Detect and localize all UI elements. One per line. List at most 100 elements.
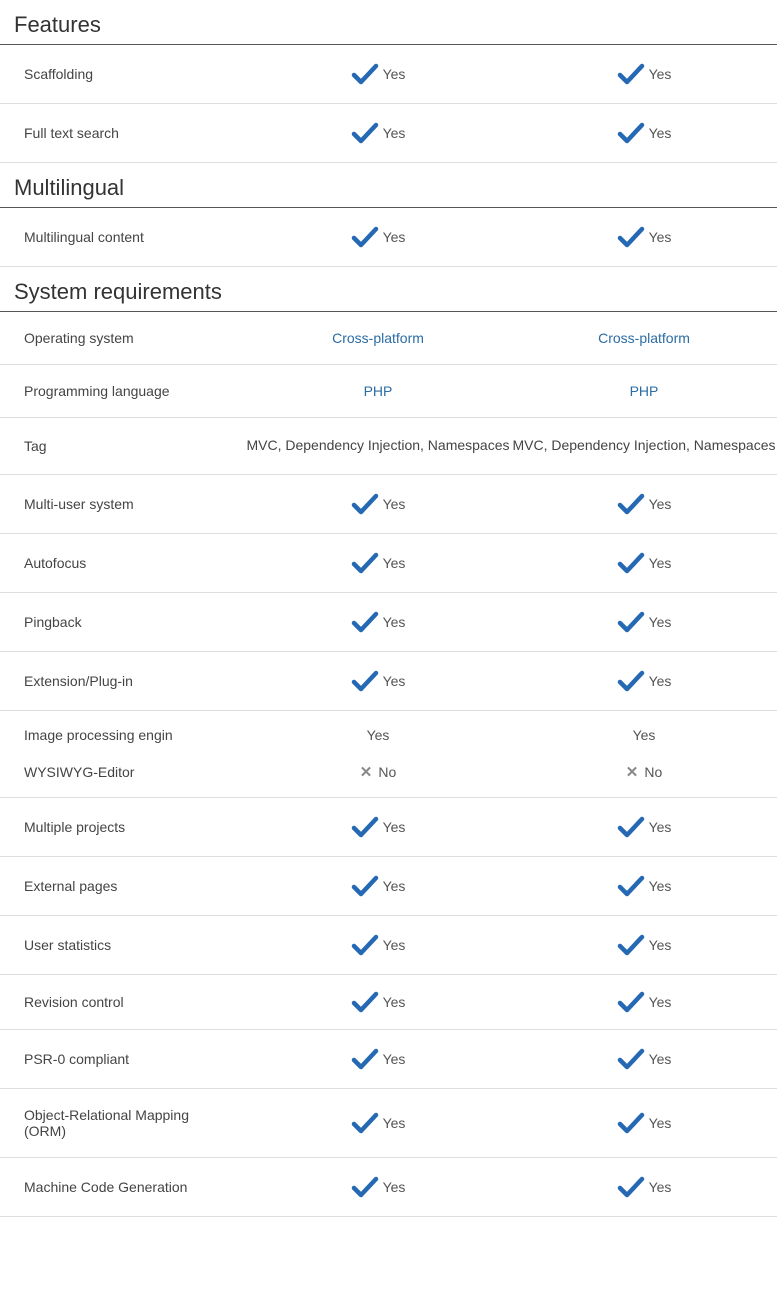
check-icon: [617, 670, 645, 692]
check-icon: [351, 991, 379, 1013]
cell-value: Yes: [511, 493, 777, 515]
tag-text: MVC, Dependency Injection, Namespaces: [246, 436, 509, 456]
cell-value: Yes: [245, 63, 511, 85]
check-icon: [617, 875, 645, 897]
check-icon: [617, 493, 645, 515]
row-label: External pages: [0, 878, 245, 894]
row-label: Programming language: [0, 383, 245, 399]
row-psr0-compliant: PSR-0 compliant Yes Yes: [0, 1030, 777, 1089]
link-text[interactable]: PHP: [630, 383, 659, 399]
check-icon: [351, 122, 379, 144]
link-text[interactable]: Cross-platform: [332, 330, 424, 346]
cell-value: Yes: [245, 611, 511, 633]
row-revision-control: Revision control Yes Yes: [0, 975, 777, 1030]
check-icon: [617, 934, 645, 956]
check-icon: [351, 875, 379, 897]
cell-value: Yes: [245, 122, 511, 144]
check-icon: [617, 63, 645, 85]
row-label: Pingback: [0, 614, 245, 630]
row-label: Revision control: [0, 994, 245, 1010]
value-text: Yes: [649, 555, 672, 571]
value-text: Yes: [383, 819, 406, 835]
check-icon: [351, 1112, 379, 1134]
value-text: Yes: [383, 66, 406, 82]
cell-value: Yes: [245, 226, 511, 248]
cell-value: Yes: [511, 727, 777, 743]
value-text: Yes: [649, 496, 672, 512]
check-icon: [351, 816, 379, 838]
value-text: Yes: [649, 1051, 672, 1067]
cell-value: Yes: [511, 934, 777, 956]
row-external-pages: External pages Yes Yes: [0, 857, 777, 916]
row-multi-user-system: Multi-user system Yes Yes: [0, 475, 777, 534]
value-text: Yes: [383, 673, 406, 689]
value-text: Yes: [383, 555, 406, 571]
cell-value: Yes: [511, 122, 777, 144]
check-icon: [617, 1176, 645, 1198]
cell-value: Yes: [245, 934, 511, 956]
value-text: Yes: [383, 496, 406, 512]
row-label: Multi-user system: [0, 496, 245, 512]
value-text: Yes: [649, 994, 672, 1010]
cell-value: PHP: [511, 383, 777, 399]
row-tag: Tag MVC, Dependency Injection, Namespace…: [0, 418, 777, 475]
check-icon: [351, 63, 379, 85]
cell-value: Yes: [511, 226, 777, 248]
value-text: Yes: [367, 727, 390, 743]
check-icon: [351, 226, 379, 248]
check-icon: [351, 1048, 379, 1070]
value-text: Yes: [383, 994, 406, 1010]
value-text: No: [378, 764, 396, 780]
cell-value: Yes: [245, 670, 511, 692]
check-icon: [617, 1048, 645, 1070]
value-text: Yes: [383, 229, 406, 245]
cell-value: ✕No: [511, 763, 777, 781]
cell-value: Yes: [511, 63, 777, 85]
x-icon: ✕: [360, 763, 373, 781]
row-user-statistics: User statistics Yes Yes: [0, 916, 777, 975]
value-text: Yes: [649, 229, 672, 245]
cell-value: Yes: [245, 991, 511, 1013]
check-icon: [351, 552, 379, 574]
cell-value: ✕ No: [245, 763, 511, 781]
row-label: Full text search: [0, 125, 245, 141]
check-icon: [617, 552, 645, 574]
cell-value: Yes: [245, 816, 511, 838]
row-extension-plugin: Extension/Plug-in Yes Yes: [0, 652, 777, 711]
value-text: No: [644, 764, 662, 780]
check-icon: [351, 493, 379, 515]
row-autofocus: Autofocus Yes Yes: [0, 534, 777, 593]
cell-value: Cross-platform: [245, 330, 511, 346]
row-pingback: Pingback Yes Yes: [0, 593, 777, 652]
cell-value: Yes: [511, 1112, 777, 1134]
cell-value: Cross-platform: [511, 330, 777, 346]
value-text: Yes: [383, 125, 406, 141]
row-programming-language: Programming language PHP PHP: [0, 365, 777, 418]
cell-value: Yes: [511, 816, 777, 838]
row-label: User statistics: [0, 937, 245, 953]
cell-value: Yes: [511, 1048, 777, 1070]
cell-value: PHP: [245, 383, 511, 399]
row-orm: Object-Relational Mapping (ORM) Yes Yes: [0, 1089, 777, 1158]
link-text[interactable]: Cross-platform: [598, 330, 690, 346]
value-text: Yes: [649, 125, 672, 141]
row-image-processing-engine: Image processing engin Yes Yes: [0, 711, 777, 747]
check-icon: [617, 122, 645, 144]
row-label: Scaffolding: [0, 66, 245, 82]
check-icon: [617, 226, 645, 248]
cell-value: MVC, Dependency Injection, Namespaces: [245, 436, 511, 456]
check-icon: [617, 1112, 645, 1134]
link-text[interactable]: PHP: [364, 383, 393, 399]
row-operating-system: Operating system Cross-platform Cross-pl…: [0, 312, 777, 365]
check-icon: [617, 991, 645, 1013]
row-label: WYSIWYG-Editor: [0, 764, 245, 780]
row-label: Tag: [0, 438, 245, 454]
check-icon: [351, 670, 379, 692]
row-wysiwyg-editor: WYSIWYG-Editor ✕No ✕No: [0, 747, 777, 798]
cell-value: Yes: [511, 611, 777, 633]
value-text: Yes: [633, 727, 656, 743]
row-machine-code-generation: Machine Code Generation Yes Yes: [0, 1158, 777, 1217]
value-text: Yes: [383, 1115, 406, 1131]
row-full-text-search: Full text search Yes Yes: [0, 104, 777, 163]
value-text: Yes: [649, 1115, 672, 1131]
